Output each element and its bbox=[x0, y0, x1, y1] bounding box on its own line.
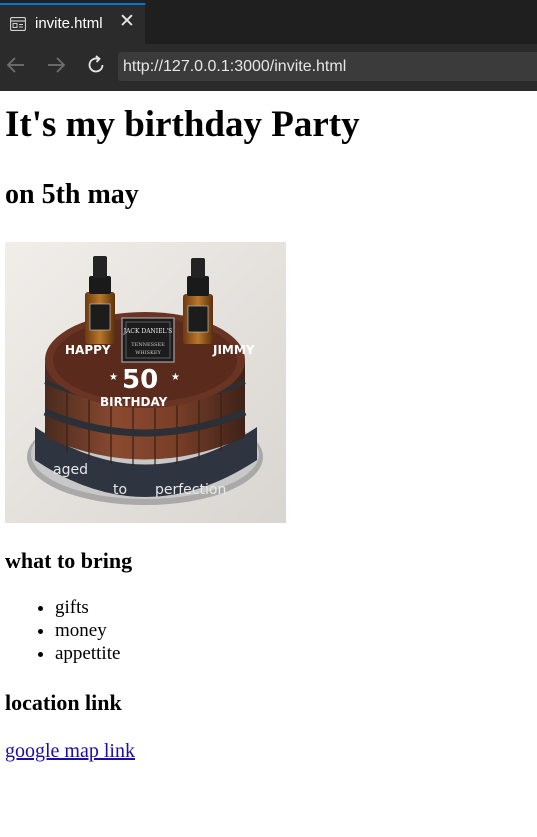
page-title: It's my birthday Party bbox=[5, 104, 360, 145]
svg-text:WHISKEY: WHISKEY bbox=[135, 350, 161, 356]
close-icon[interactable]: ✕ bbox=[119, 12, 135, 31]
browser-toolbar: http://127.0.0.1:3000/invite.html bbox=[0, 44, 537, 91]
address-bar[interactable]: http://127.0.0.1:3000/invite.html bbox=[118, 52, 537, 81]
page-icon bbox=[10, 17, 26, 31]
page-content: It's my birthday Party on 5th may aged t… bbox=[0, 91, 537, 837]
bring-list: gifts money appettite bbox=[0, 596, 120, 665]
back-arrow-icon[interactable] bbox=[5, 54, 27, 76]
location-heading: location link bbox=[5, 690, 122, 715]
svg-text:★: ★ bbox=[109, 372, 118, 383]
birthday-cake-image: aged to perfection JACK DANIEL'S TENNESS… bbox=[5, 242, 286, 523]
page-subtitle: on 5th may bbox=[5, 179, 139, 210]
svg-text:★: ★ bbox=[171, 372, 180, 383]
list-item: appettite bbox=[55, 642, 120, 665]
svg-text:TENNESSEE: TENNESSEE bbox=[131, 342, 165, 348]
browser-tab[interactable]: invite.html ✕ bbox=[0, 3, 145, 44]
list-item: money bbox=[55, 619, 120, 642]
reload-icon[interactable] bbox=[85, 54, 107, 76]
list-item: gifts bbox=[55, 596, 120, 619]
what-to-bring-heading: what to bring bbox=[5, 548, 133, 573]
svg-text:JACK DANIEL'S: JACK DANIEL'S bbox=[123, 328, 173, 335]
tab-title: invite.html bbox=[35, 15, 103, 32]
google-map-link[interactable]: google map link bbox=[5, 740, 135, 763]
forward-arrow-icon[interactable] bbox=[45, 54, 67, 76]
tab-strip: invite.html ✕ bbox=[0, 0, 537, 44]
